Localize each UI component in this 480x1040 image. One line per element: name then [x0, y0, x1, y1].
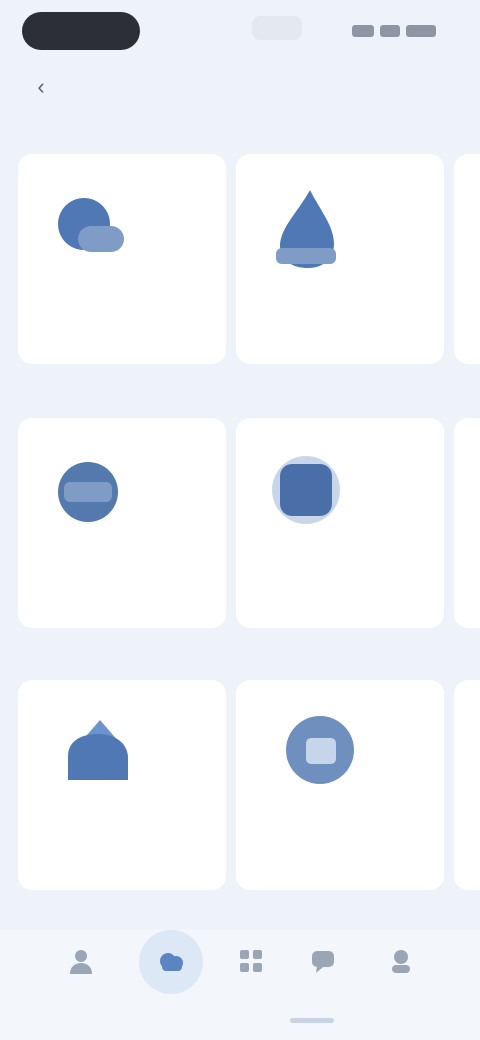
nav-action-button[interactable]: [396, 74, 456, 100]
gallery-icon: [258, 704, 354, 800]
tab-chat[interactable]: [288, 944, 358, 1024]
nav-bar: ‹: [0, 62, 480, 112]
bottom-tab-bar: [0, 930, 480, 1040]
home-indicator[interactable]: [290, 1018, 334, 1023]
back-icon[interactable]: ‹: [26, 74, 56, 100]
signal-icon: [352, 25, 374, 37]
cloud-icon: [139, 930, 203, 994]
service-card[interactable]: [454, 154, 480, 364]
card-row[interactable]: [0, 418, 480, 638]
status-icons: [352, 22, 444, 40]
calendar-icon: [258, 442, 354, 538]
cloud-icon: [40, 178, 136, 274]
wifi-icon: [380, 25, 400, 37]
drive-icon: [40, 442, 136, 538]
tab-grid[interactable]: [216, 944, 286, 1024]
tab-cloud[interactable]: [136, 930, 206, 1024]
grid-icon: [234, 944, 268, 978]
service-card[interactable]: [236, 154, 444, 364]
card-row[interactable]: [0, 680, 480, 900]
battery-icon: [406, 25, 436, 37]
document-icon: [476, 178, 480, 274]
tab-person[interactable]: [46, 944, 116, 1024]
folder-icon: [476, 442, 480, 538]
card-row[interactable]: [0, 154, 480, 374]
service-card[interactable]: [454, 418, 480, 628]
service-card[interactable]: [18, 154, 226, 364]
chat-icon: [306, 944, 340, 978]
tab-user[interactable]: [366, 944, 436, 1024]
service-card[interactable]: [18, 418, 226, 628]
service-card[interactable]: [236, 680, 444, 890]
service-card[interactable]: [236, 418, 444, 628]
service-card[interactable]: [18, 680, 226, 890]
music-icon: [476, 704, 480, 800]
user-icon: [384, 944, 418, 978]
status-center-indicator: [252, 16, 302, 40]
drop-icon: [258, 178, 354, 274]
status-bar: [0, 0, 480, 62]
service-card[interactable]: [454, 680, 480, 890]
page-title: [140, 75, 340, 99]
person-icon: [64, 944, 98, 978]
home-icon: [40, 704, 136, 800]
status-pill: [22, 12, 140, 50]
